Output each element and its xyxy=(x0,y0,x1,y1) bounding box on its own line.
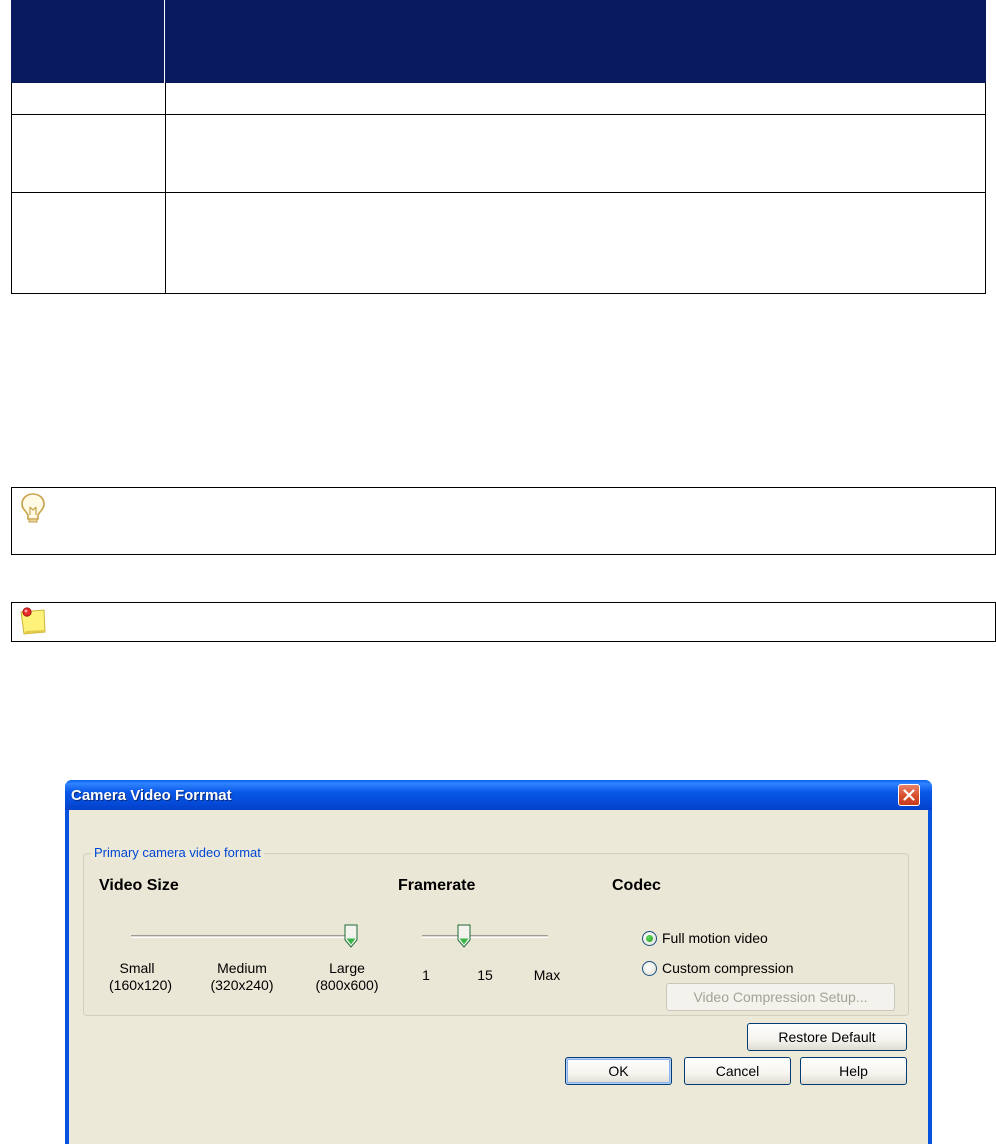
close-button[interactable] xyxy=(898,784,920,806)
video-size-heading: Video Size xyxy=(99,877,179,894)
radio-selected-dot xyxy=(646,935,653,942)
camera-video-format-dialog: Camera Video Forrmat Primary camera vide… xyxy=(65,780,932,1144)
tip-callout xyxy=(11,487,996,555)
table-header-cell xyxy=(11,0,165,83)
video-size-slider-thumb[interactable] xyxy=(344,924,358,948)
close-icon xyxy=(903,789,915,801)
video-compression-setup-button[interactable]: Video Compression Setup... xyxy=(666,983,895,1011)
full-motion-video-radio[interactable] xyxy=(642,931,657,946)
framerate-tick-min: 1 xyxy=(422,967,430,983)
video-size-tick-small: Small (160x120) xyxy=(109,960,173,993)
sticky-note-icon xyxy=(18,604,48,638)
video-size-tick-large: Large (800x600) xyxy=(315,960,379,993)
ok-button[interactable]: OK xyxy=(565,1057,672,1085)
custom-compression-label[interactable]: Custom compression xyxy=(662,960,794,976)
codec-heading: Codec xyxy=(612,877,661,894)
table-row xyxy=(11,83,986,115)
restore-default-button[interactable]: Restore Default xyxy=(747,1023,907,1051)
note-callout xyxy=(11,602,996,642)
document-table xyxy=(11,0,986,294)
help-button[interactable]: Help xyxy=(800,1057,907,1085)
table-header-row xyxy=(11,0,986,83)
table-row xyxy=(11,115,986,193)
table-cell xyxy=(12,83,166,114)
dialog-title: Camera Video Forrmat xyxy=(71,787,232,804)
title-bar[interactable]: Camera Video Forrmat xyxy=(65,780,932,810)
framerate-slider-track[interactable] xyxy=(422,935,548,938)
framerate-heading: Framerate xyxy=(398,877,476,894)
table-row xyxy=(11,193,986,294)
full-motion-video-label[interactable]: Full motion video xyxy=(662,930,768,946)
group-label: Primary camera video format xyxy=(91,845,264,860)
table-cell xyxy=(12,115,166,192)
lightbulb-icon xyxy=(18,491,48,525)
table-cell xyxy=(12,193,166,293)
custom-compression-radio[interactable] xyxy=(642,961,657,976)
video-size-tick-medium: Medium (320x240) xyxy=(210,960,274,993)
dialog-client-area: Primary camera video format Video Size S… xyxy=(69,810,928,1144)
video-size-slider-track[interactable] xyxy=(131,935,356,938)
framerate-tick-mid: 15 xyxy=(477,967,493,983)
framerate-tick-max: Max xyxy=(533,967,561,983)
framerate-slider-thumb[interactable] xyxy=(457,924,471,948)
cancel-button[interactable]: Cancel xyxy=(684,1057,791,1085)
